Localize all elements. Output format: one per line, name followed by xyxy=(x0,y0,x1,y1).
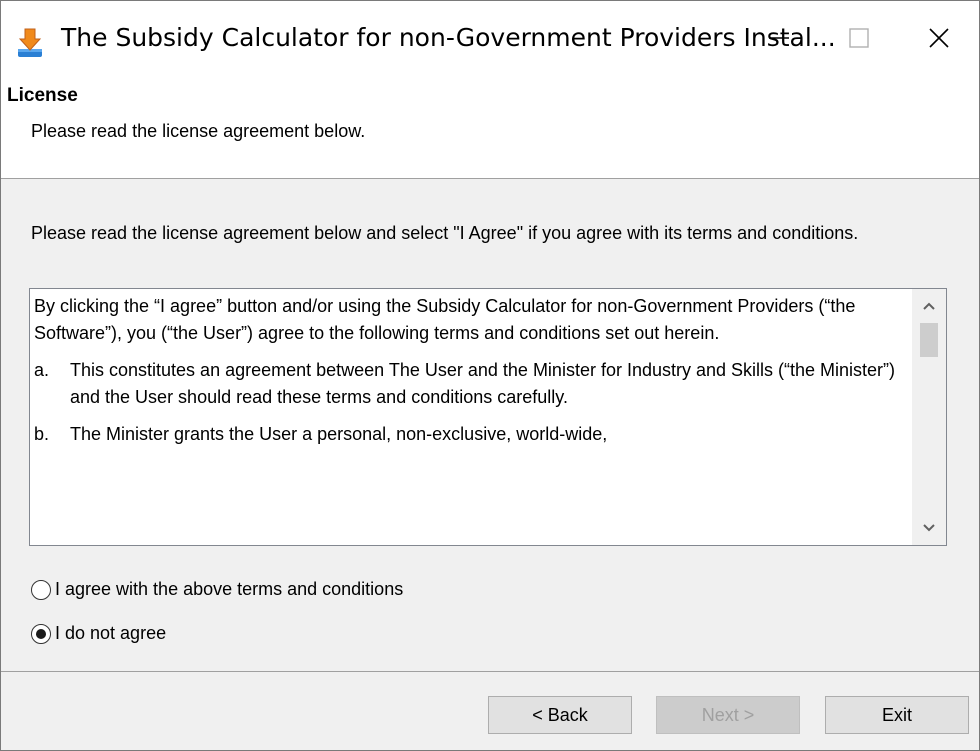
maximize-icon xyxy=(849,28,869,48)
license-textbox[interactable]: By clicking the “I agree” button and/or … xyxy=(29,288,947,546)
scroll-up-button[interactable] xyxy=(912,289,946,323)
window-title: The Subsidy Calculator for non-Governmen… xyxy=(61,23,836,52)
disagree-option[interactable]: I do not agree xyxy=(31,623,166,644)
minimize-icon xyxy=(769,37,789,39)
back-button[interactable]: < Back xyxy=(488,696,632,734)
installer-icon xyxy=(18,28,42,57)
page-header: License Please read the license agreemen… xyxy=(1,75,979,179)
intro-text: Please read the license agreement below … xyxy=(31,223,859,243)
license-item-text: The Minister grants the User a personal,… xyxy=(70,424,608,444)
license-item-a: a. This constitutes an agreement between… xyxy=(34,357,908,411)
footer-divider xyxy=(1,671,979,672)
agree-radio[interactable] xyxy=(31,579,51,600)
license-content[interactable]: By clicking the “I agree” button and/or … xyxy=(30,289,908,545)
maximize-button[interactable] xyxy=(821,1,897,75)
license-item-label: a. xyxy=(34,360,50,380)
agree-option[interactable]: I agree with the above terms and conditi… xyxy=(31,579,403,600)
installer-window: The Subsidy Calculator for non-Governmen… xyxy=(0,0,980,751)
minimize-button[interactable] xyxy=(741,1,817,75)
license-item-text: This constitutes an agreement between Th… xyxy=(70,360,896,407)
scroll-down-button[interactable] xyxy=(912,511,946,545)
exit-button[interactable]: Exit xyxy=(825,696,969,734)
title-bar[interactable]: The Subsidy Calculator for non-Governmen… xyxy=(1,1,979,75)
radio-selected-dot xyxy=(36,628,46,639)
page-subtitle: Please read the license agreement below. xyxy=(31,121,366,141)
close-icon xyxy=(929,28,949,48)
scrollbar-thumb[interactable] xyxy=(920,323,938,357)
agree-label[interactable]: I agree with the above terms and conditi… xyxy=(55,579,403,600)
chevron-up-icon xyxy=(923,302,935,310)
vertical-scrollbar[interactable] xyxy=(912,289,946,545)
license-item-label: b. xyxy=(34,424,50,444)
license-item-b: b. The Minister grants the User a person… xyxy=(34,421,908,448)
license-paragraph: By clicking the “I agree” button and/or … xyxy=(34,296,856,343)
page-title: License xyxy=(7,85,78,106)
close-button[interactable] xyxy=(901,1,977,75)
disagree-radio[interactable] xyxy=(31,623,51,644)
chevron-down-icon xyxy=(923,524,935,532)
disagree-label[interactable]: I do not agree xyxy=(55,623,166,644)
next-button[interactable]: Next > xyxy=(656,696,800,734)
